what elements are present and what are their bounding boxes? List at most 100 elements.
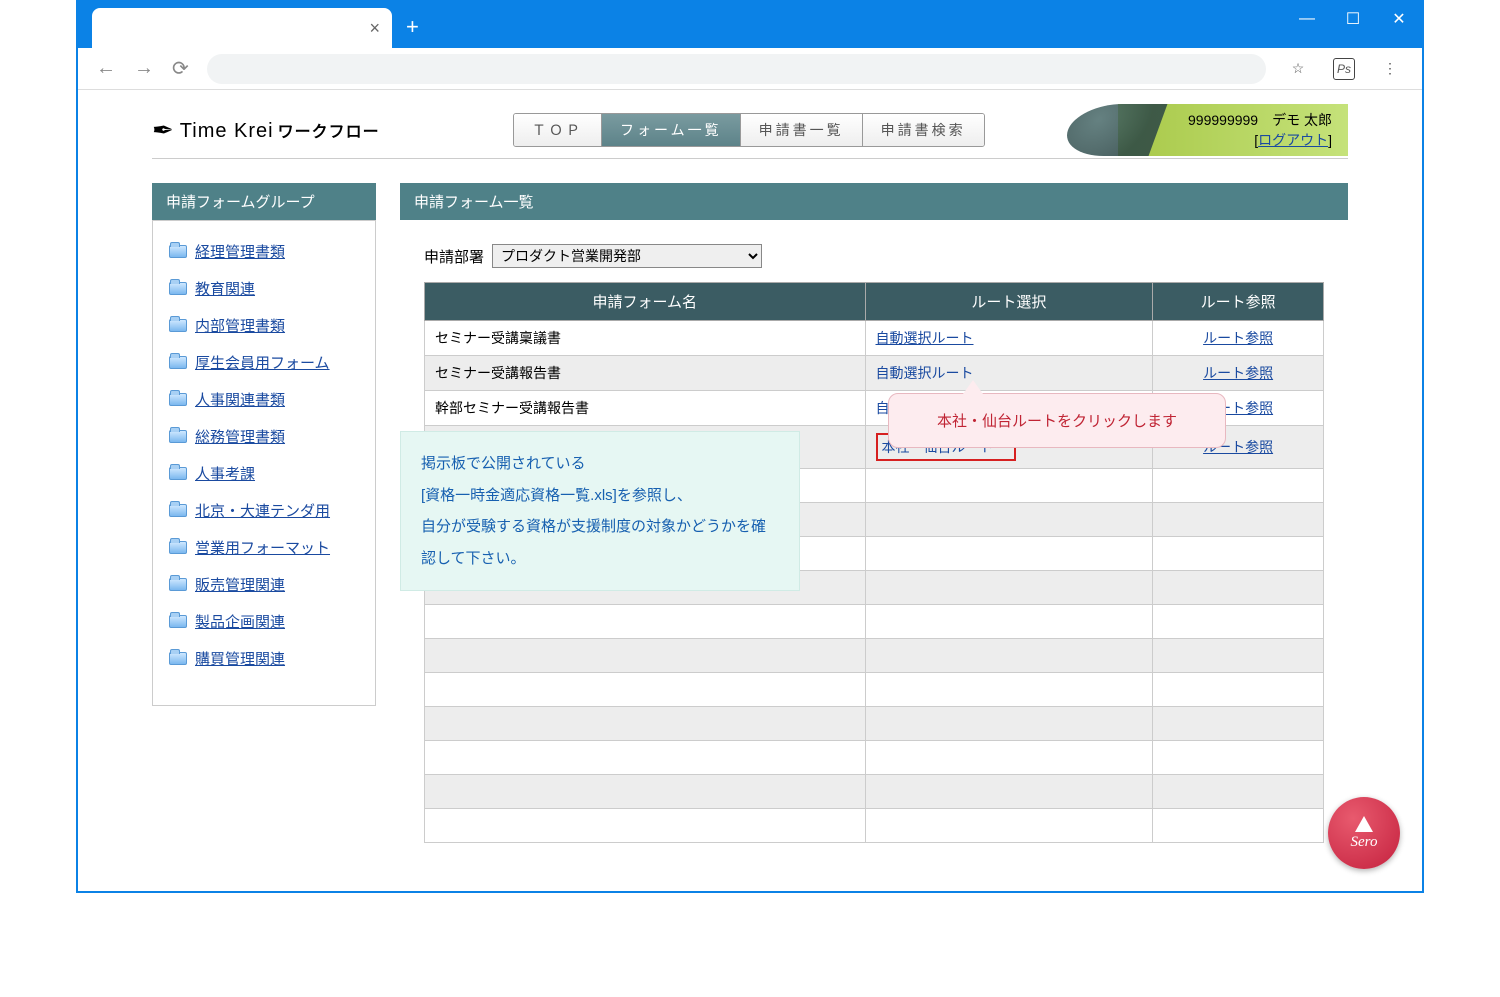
sidebar-link[interactable]: 経理管理書類 [195,241,285,262]
cell-ref [1153,707,1324,741]
browser-toolbar: ← → ⟳ ☆ Ps ⋮ [78,48,1422,90]
sidebar-item: 人事関連書類 [169,389,359,410]
filter-label: 申請部署 [424,246,484,267]
cell-ref [1153,469,1324,503]
folder-icon [169,319,187,332]
sidebar-link[interactable]: 販売管理関連 [195,574,285,595]
forward-button[interactable]: → [134,57,154,80]
sidebar-link[interactable]: 営業用フォーマット [195,537,330,558]
cell-form-name: セミナー受講報告書 [425,356,866,391]
sidebar-link[interactable]: 総務管理書類 [195,426,285,447]
extension-icon[interactable]: Ps [1330,58,1358,80]
cell-ref [1153,605,1324,639]
cell-form-name: 幹部セミナー受講報告書 [425,391,866,426]
cell-route [865,673,1153,707]
cell-route [865,707,1153,741]
sero-triangle-icon [1355,816,1373,832]
cell-ref [1153,673,1324,707]
cell-ref: ルート参照 [1153,321,1324,356]
table-row [425,673,1324,707]
table-row [425,809,1324,843]
bookmark-star-icon[interactable]: ☆ [1284,60,1312,77]
route-ref-link[interactable]: ルート参照 [1203,330,1273,346]
new-tab-button[interactable]: + [406,14,419,40]
folder-icon [169,578,187,591]
cell-form-name [425,673,866,707]
logo-mark-icon: ✒ [152,115,174,146]
sidebar-title: 申請フォームグループ [152,183,376,220]
callout-info: 掲示板で公開されている[資格一時金適応資格一覧.xls]を参照し、自分が受験する… [400,431,800,591]
route-link[interactable]: 自動選択ルート [876,330,974,346]
sidebar-link[interactable]: 厚生会員用フォーム [195,352,330,373]
main-panel: 申請フォーム一覧 申請部署 プロダクト営業開発部 申請フォーム名 ルート選択 ル… [400,183,1348,843]
table-row [425,605,1324,639]
cell-ref [1153,775,1324,809]
nav-tab-applications[interactable]: 申請書一覧 [741,114,863,146]
th-form-name: 申請フォーム名 [425,283,866,321]
sidebar-link[interactable]: 購買管理関連 [195,648,285,669]
folder-icon [169,430,187,443]
sidebar-link[interactable]: 教育関連 [195,278,255,299]
sidebar-link[interactable]: 北京・大連テンダ用 [195,500,330,521]
back-button[interactable]: ← [96,57,116,80]
folder-icon [169,245,187,258]
sero-badge: Sero [1328,797,1400,869]
sidebar-item: 人事考課 [169,463,359,484]
folder-icon [169,652,187,665]
sidebar-item: 北京・大連テンダ用 [169,500,359,521]
sero-label: Sero [1351,834,1378,851]
sidebar: 申請フォームグループ 経理管理書類教育関連内部管理書類厚生会員用フォーム人事関連… [152,183,376,843]
sidebar-item: 製品企画関連 [169,611,359,632]
cell-route [865,469,1153,503]
th-route: ルート選択 [865,283,1153,321]
logo-suffix: ワークフロー [278,124,380,141]
sidebar-item: 内部管理書類 [169,315,359,336]
window-maximize-button[interactable]: ☐ [1330,2,1376,36]
folder-icon [169,282,187,295]
sidebar-link[interactable]: 内部管理書類 [195,315,285,336]
department-select[interactable]: プロダクト営業開発部 [492,244,762,268]
nav-tab-forms[interactable]: フォーム一覧 [602,114,741,146]
url-bar[interactable] [207,54,1266,84]
window-minimize-button[interactable]: — [1284,2,1330,36]
folder-icon [169,504,187,517]
browser-menu-icon[interactable]: ⋮ [1376,60,1404,77]
cell-form-name [425,809,866,843]
nav-tab-search[interactable]: 申請書検索 [863,114,984,146]
nav-tab-top[interactable]: ＴＯＰ [514,114,602,146]
folder-icon [169,615,187,628]
table-row: セミナー受講稟議書自動選択ルートルート参照 [425,321,1324,356]
route-text[interactable]: 自動選択ルート [876,365,974,381]
cell-ref [1153,537,1324,571]
table-row [425,707,1324,741]
th-ref: ルート参照 [1153,283,1324,321]
sidebar-link[interactable]: 製品企画関連 [195,611,285,632]
app-header: ✒ Time Kreiワークフロー ＴＯＰ フォーム一覧 申請書一覧 申請書検索… [152,104,1348,159]
sidebar-item: 厚生会員用フォーム [169,352,359,373]
sidebar-link[interactable]: 人事関連書類 [195,389,285,410]
cell-form-name [425,707,866,741]
browser-tab[interactable]: × [92,8,392,48]
folder-icon [169,393,187,406]
table-row [425,775,1324,809]
cell-ref: ルート参照 [1153,356,1324,391]
sidebar-link[interactable]: 人事考課 [195,463,255,484]
reload-button[interactable]: ⟳ [172,56,189,81]
cell-route [865,605,1153,639]
app-logo: ✒ Time Kreiワークフロー [152,115,380,146]
folder-icon [169,467,187,480]
sidebar-item: 購買管理関連 [169,648,359,669]
window-close-button[interactable]: ✕ [1376,2,1422,36]
cell-route [865,571,1153,605]
cell-ref [1153,571,1324,605]
cell-route [865,809,1153,843]
cell-route: 自動選択ルート [865,321,1153,356]
route-ref-link[interactable]: ルート参照 [1203,365,1273,381]
cell-form-name [425,605,866,639]
nav-tabs: ＴＯＰ フォーム一覧 申請書一覧 申請書検索 [513,113,985,147]
close-tab-icon[interactable]: × [369,18,380,39]
table-row [425,639,1324,673]
cell-route [865,639,1153,673]
cell-ref [1153,741,1324,775]
logout-link[interactable]: ログアウト [1258,132,1328,148]
